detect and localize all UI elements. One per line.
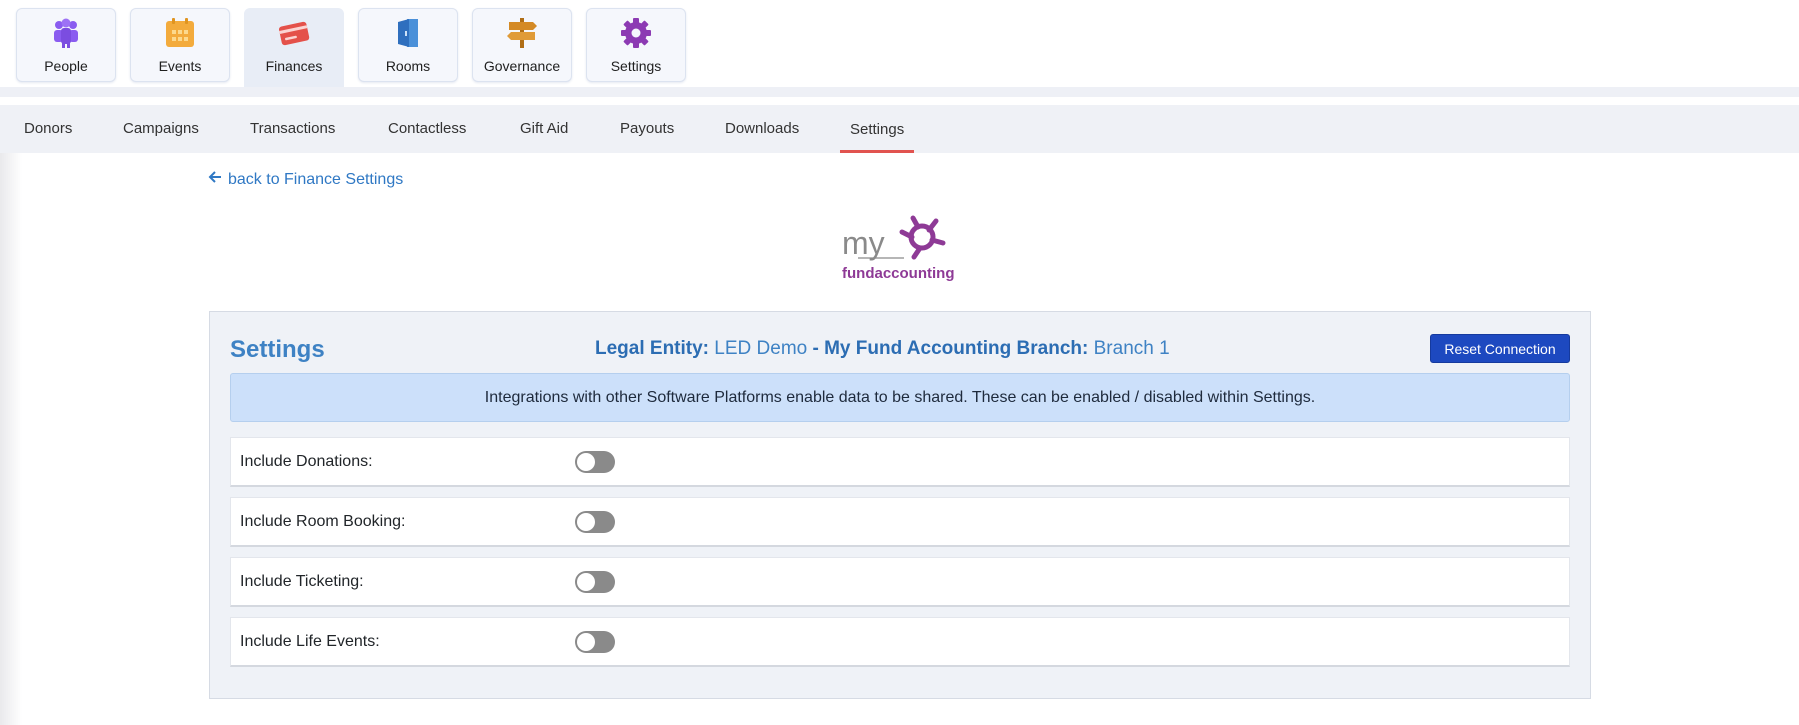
module-label: Events bbox=[158, 58, 202, 74]
module-rooms[interactable]: Rooms bbox=[358, 8, 458, 82]
logo-word-top: my bbox=[842, 225, 885, 261]
option-label: Include Donations: bbox=[240, 453, 373, 470]
legal-entity-info: Legal Entity: LED Demo - My Fund Account… bbox=[595, 338, 1235, 360]
module-people[interactable]: People bbox=[16, 8, 116, 82]
module-finances[interactable]: Finances bbox=[244, 8, 344, 92]
nav-divider bbox=[0, 87, 1799, 97]
door-icon bbox=[390, 16, 426, 50]
back-link-label: back to Finance Settings bbox=[228, 170, 404, 188]
credit-card-icon bbox=[276, 16, 312, 50]
myfundaccounting-logo: my fundaccounting bbox=[838, 210, 960, 286]
module-label: Rooms bbox=[385, 58, 431, 74]
tab-donors[interactable]: Donors bbox=[14, 105, 82, 153]
module-settings[interactable]: Settings bbox=[586, 8, 686, 82]
option-label: Include Ticketing: bbox=[240, 573, 364, 590]
entity-value: LED Demo bbox=[714, 338, 808, 359]
tab-settings[interactable]: Settings bbox=[840, 105, 915, 153]
include-ticketing-toggle[interactable] bbox=[575, 571, 615, 593]
integration-settings-panel: Settings Legal Entity: LED Demo - My Fun… bbox=[209, 311, 1591, 699]
panel-title: Settings bbox=[230, 336, 325, 363]
include-donations-toggle[interactable] bbox=[575, 451, 615, 473]
tab-transactions[interactable]: Transactions bbox=[240, 105, 345, 153]
module-label: Finances bbox=[265, 58, 323, 74]
arrow-left-icon bbox=[208, 170, 222, 189]
reset-connection-button[interactable]: Reset Connection bbox=[1430, 334, 1570, 363]
people-icon bbox=[48, 16, 84, 50]
tab-downloads[interactable]: Downloads bbox=[715, 105, 809, 153]
tab-contactless[interactable]: Contactless bbox=[378, 105, 476, 153]
tab-payouts[interactable]: Payouts bbox=[610, 105, 684, 153]
module-events[interactable]: Events bbox=[130, 8, 230, 82]
include-room-booking-toggle[interactable] bbox=[575, 511, 615, 533]
module-nav: People Events Finances Rooms Governance … bbox=[0, 0, 1799, 92]
back-to-finance-settings-link[interactable]: back to Finance Settings bbox=[208, 170, 403, 189]
include-life-events-toggle[interactable] bbox=[575, 631, 615, 653]
module-label: People bbox=[44, 58, 88, 74]
option-label: Include Life Events: bbox=[240, 633, 380, 650]
option-row-life-events: Include Life Events: bbox=[230, 617, 1570, 667]
option-row-ticketing: Include Ticketing: bbox=[230, 557, 1570, 607]
calendar-icon bbox=[162, 16, 198, 50]
entity-label: Legal Entity: bbox=[595, 338, 710, 359]
option-label: Include Room Booking: bbox=[240, 513, 406, 530]
logo-word-bottom: fundaccounting bbox=[842, 265, 955, 282]
finance-subnav: Donors Campaigns Transactions Contactles… bbox=[0, 105, 1799, 153]
gear-icon bbox=[618, 16, 654, 50]
module-governance[interactable]: Governance bbox=[472, 8, 572, 82]
tab-gift-aid[interactable]: Gift Aid bbox=[510, 105, 578, 153]
module-label: Settings bbox=[610, 58, 662, 74]
branch-label: - My Fund Accounting Branch: bbox=[812, 338, 1089, 359]
module-label: Governance bbox=[483, 58, 561, 74]
option-row-room-booking: Include Room Booking: bbox=[230, 497, 1570, 547]
signpost-icon bbox=[504, 16, 540, 50]
left-edge-shadow bbox=[0, 153, 22, 725]
integration-info-alert: Integrations with other Software Platfor… bbox=[230, 373, 1570, 422]
tab-campaigns[interactable]: Campaigns bbox=[113, 105, 209, 153]
option-row-donations: Include Donations: bbox=[230, 437, 1570, 487]
branch-value: Branch 1 bbox=[1093, 338, 1170, 359]
